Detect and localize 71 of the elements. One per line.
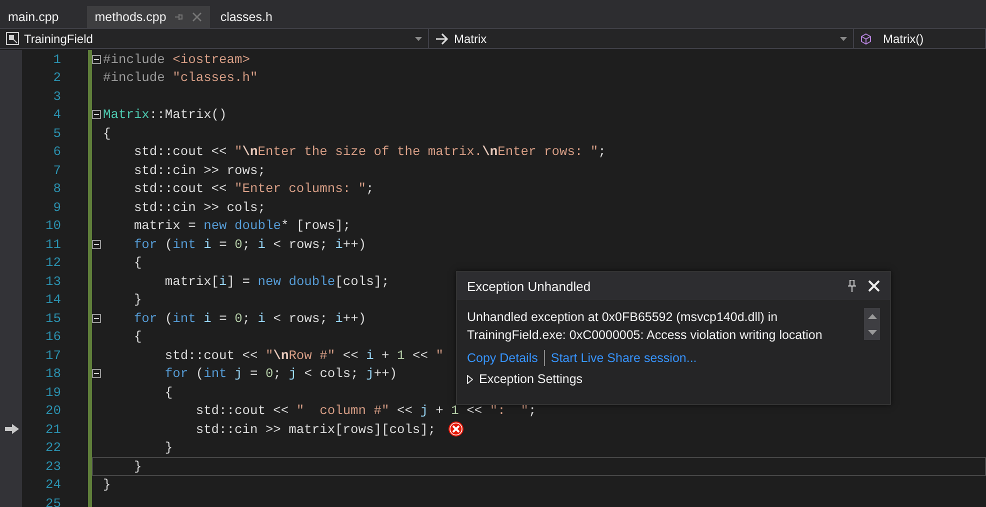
scroll-down-icon[interactable] xyxy=(868,330,876,334)
line-number: 14 xyxy=(46,292,61,308)
code-line: std::cout << "\nRow #" << i + 1 << " xyxy=(164,348,444,363)
line-number: 16 xyxy=(46,329,61,344)
line-number: 24 xyxy=(46,477,61,492)
code-line: matrix = new double* [rows]; xyxy=(132,218,351,234)
arrow-icon xyxy=(435,32,449,44)
code-line: #include "classes.h" xyxy=(103,70,258,86)
code-line: for (int i = 0; i < rows; i++) xyxy=(132,310,366,326)
collapse-icon[interactable] xyxy=(92,314,101,323)
line-number: 4 xyxy=(53,107,61,122)
line-number: 20 xyxy=(46,403,61,418)
caret-icon xyxy=(415,36,422,40)
project-dropdown[interactable]: TrainingField xyxy=(0,29,429,48)
line-number: 11 xyxy=(46,236,61,252)
code-line: { xyxy=(132,255,142,270)
line-number: 9 xyxy=(53,200,61,215)
popup-title: Exception Unhandled xyxy=(467,278,592,294)
scrollbar[interactable] xyxy=(864,308,880,340)
collapse-icon[interactable] xyxy=(92,369,101,378)
code-line: matrix[i] = new double[cols]; xyxy=(164,274,390,289)
link[interactable]: Copy Details xyxy=(467,351,538,365)
exception-settings-toggle[interactable]: Exception Settings xyxy=(467,372,880,386)
scroll-up-icon[interactable] xyxy=(868,314,876,318)
code-line: } xyxy=(132,292,142,308)
code-line: { xyxy=(164,384,173,400)
file-tab[interactable]: main.cpp xyxy=(0,6,67,28)
line-number: 13 xyxy=(46,274,61,289)
line-number: 15 xyxy=(46,310,61,326)
code-line: for (int i = 0; i < rows; i++) xyxy=(132,236,366,252)
code-line: std::cin >> rows; xyxy=(132,162,266,178)
code-line: } xyxy=(103,477,111,492)
code-line: Matrix::Matrix() xyxy=(103,107,227,122)
cube-icon xyxy=(860,32,872,44)
line-number: 1 xyxy=(53,52,61,67)
line-number: 7 xyxy=(53,162,61,178)
line-number: 3 xyxy=(53,88,61,104)
code-line: std::cin >> matrix[rows][cols]; xyxy=(194,422,436,437)
code-line: } xyxy=(132,458,142,474)
line-number: 12 xyxy=(46,255,61,270)
code-line: { xyxy=(132,329,142,344)
exception-message: Unhandled exception at 0x0FB65592 (msvcp140d.dll) in TrainingField.exe: 0xC0000005: Access violation writing location xyxy=(467,309,824,344)
scope-dropdown[interactable]: Matrix xyxy=(429,29,854,48)
line-number: 10 xyxy=(46,218,61,234)
code-line: std::cout << "Enter columns: "; xyxy=(132,181,374,196)
collapse-icon[interactable] xyxy=(92,54,101,64)
code-line: { xyxy=(103,126,111,141)
caret-icon xyxy=(840,36,847,40)
collapse-icon[interactable] xyxy=(92,240,101,249)
line-number: 8 xyxy=(53,181,61,196)
line-number: 18 xyxy=(46,366,61,382)
link[interactable]: Start Live Share session... xyxy=(550,351,697,365)
line-number: 25 xyxy=(46,496,61,507)
line-number: 17 xyxy=(46,348,61,363)
line-number: 2 xyxy=(53,70,61,86)
line-number: 5 xyxy=(53,126,61,141)
line-number: 23 xyxy=(46,458,61,474)
line-number: 19 xyxy=(46,384,61,400)
line-number: 21 xyxy=(46,422,61,437)
file-tab[interactable]: classes.h xyxy=(212,6,280,28)
collapse-icon[interactable] xyxy=(92,110,101,120)
code-line: #include <iostream> xyxy=(103,52,250,67)
code-line: for (int j = 0; j < cols; j++) xyxy=(164,366,398,382)
project-icon xyxy=(6,32,19,45)
code-line: std::cout << "\nEnter the size of the matrix.\nEnter rows: "; xyxy=(132,144,606,160)
code-line: std::cin >> cols; xyxy=(132,200,266,215)
member-dropdown[interactable]: Matrix() xyxy=(854,29,986,48)
code-line: } xyxy=(164,440,173,456)
expand-icon xyxy=(467,374,473,384)
line-number: 22 xyxy=(46,440,61,456)
line-number: 6 xyxy=(53,144,61,160)
